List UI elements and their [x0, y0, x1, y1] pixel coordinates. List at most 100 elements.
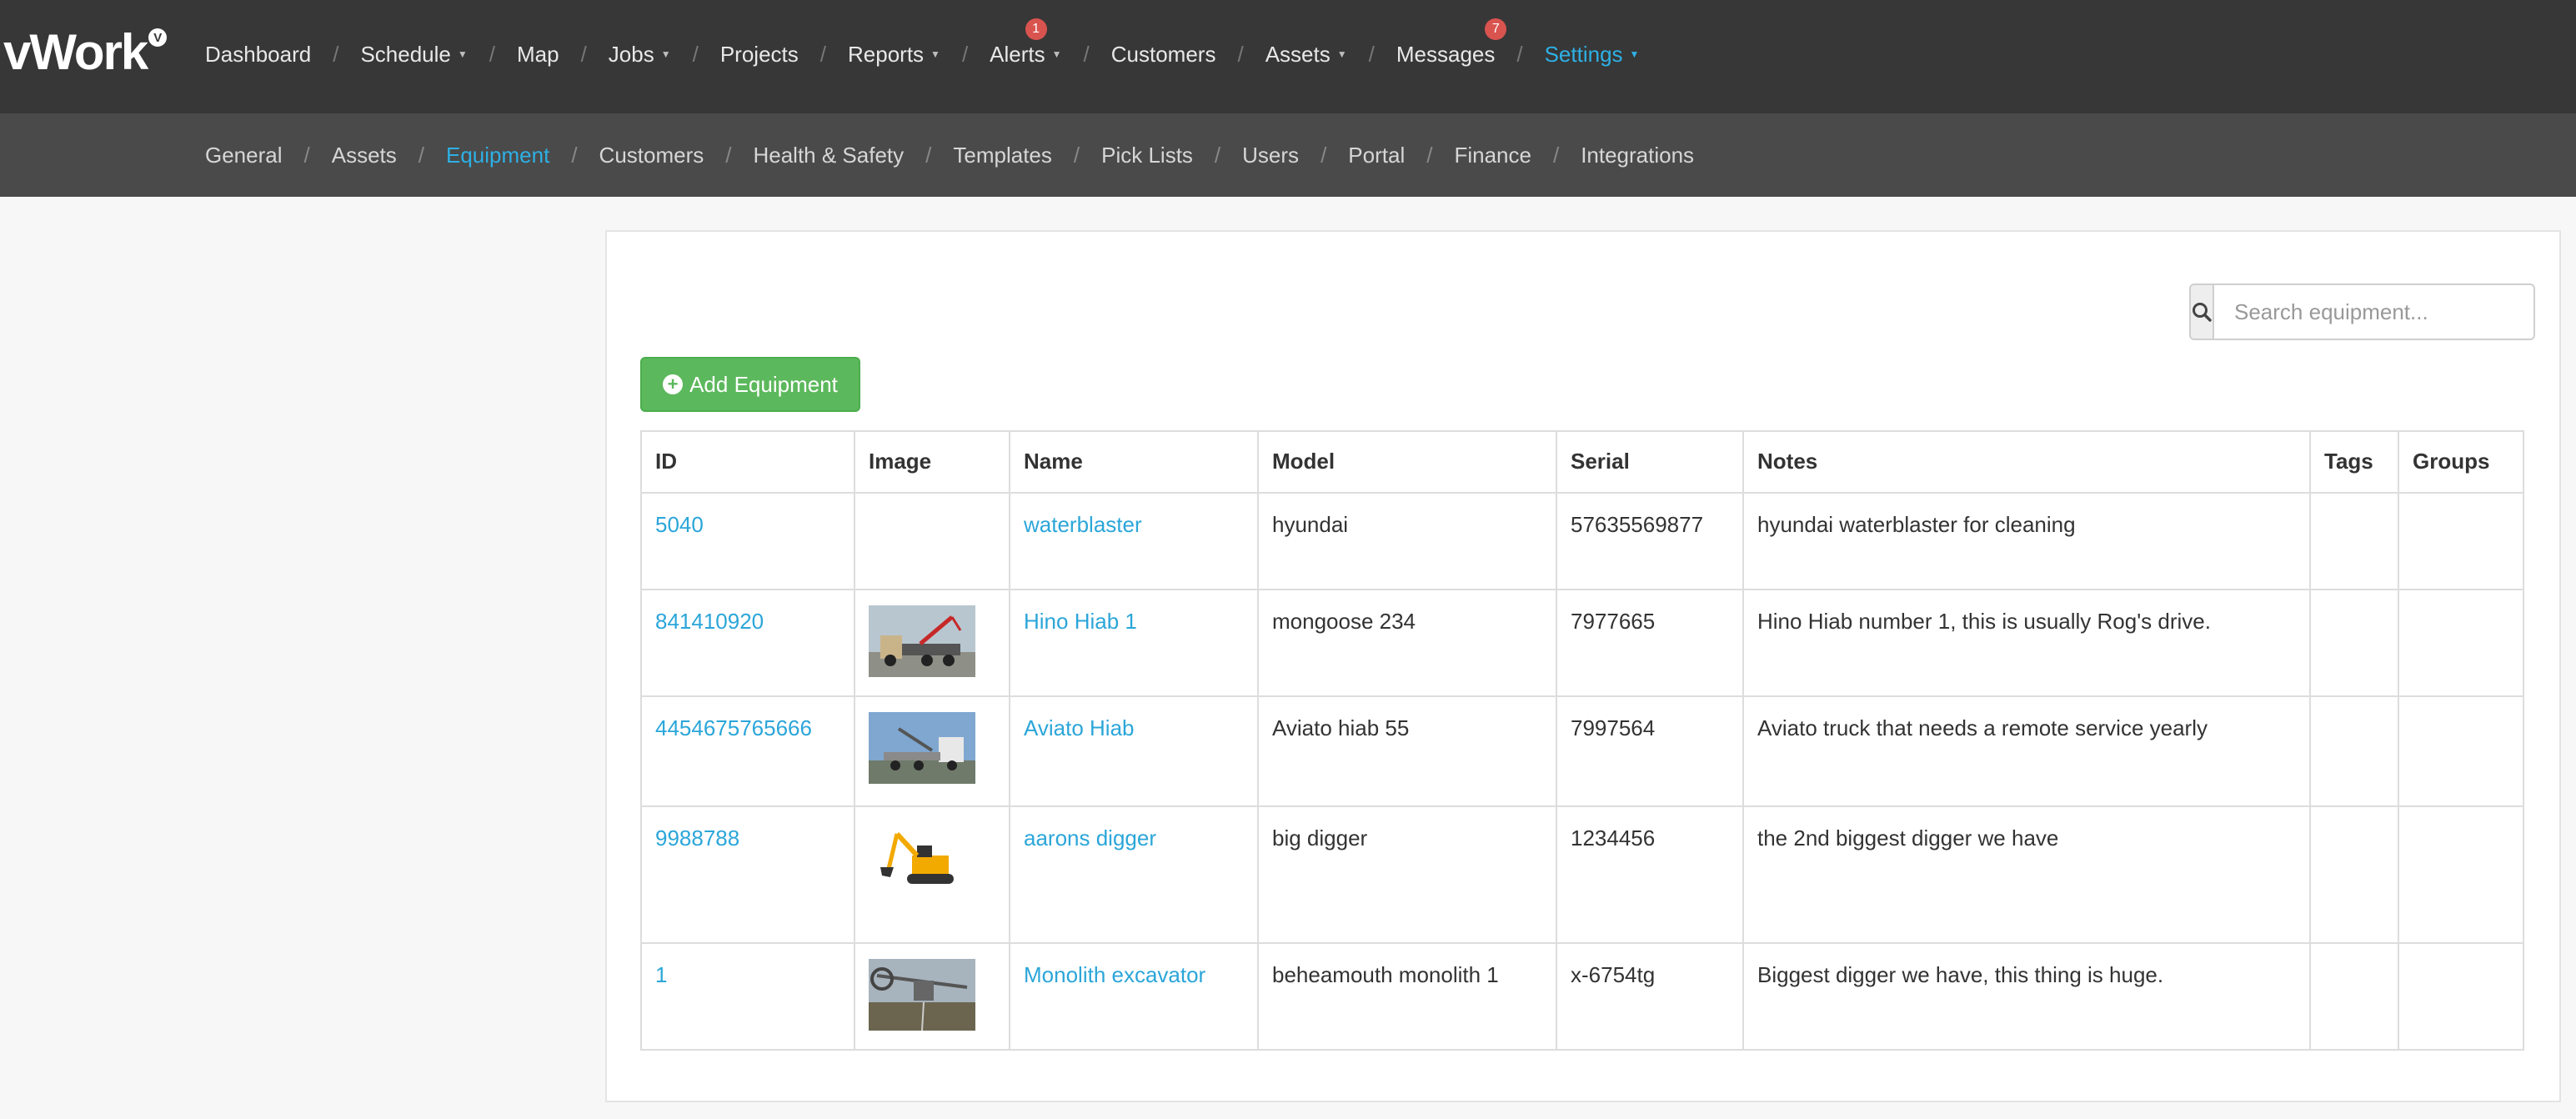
- nav-item-map[interactable]: Map: [517, 42, 559, 68]
- table-row[interactable]: 841410920 Hino Hiab 1 mongoose 234 7977665 H…: [640, 589, 2524, 697]
- equipment-id: 841410920: [640, 589, 855, 697]
- subnav-separator: /: [571, 142, 578, 168]
- subnav-separator: /: [418, 142, 424, 168]
- equipment-groups: [2398, 805, 2524, 944]
- settings-subnav: General / Assets / Equipment / Customers / Healt…: [0, 113, 2576, 197]
- nav-separator: /: [580, 41, 587, 67]
- equipment-id-link[interactable]: 9988788: [655, 825, 739, 851]
- equipment-model: big digger: [1257, 805, 1557, 944]
- nav-separator: /: [1083, 41, 1090, 67]
- subnav-item-portal[interactable]: Portal: [1348, 143, 1405, 168]
- equipment-tags: [2309, 589, 2399, 697]
- top-nav-menu: Dashboard / Schedule ▼ / Map / Jobs ▼ / Projects / R…: [205, 0, 1639, 108]
- equipment-notes: Biggest digger we have, this thing is hu…: [1742, 942, 2311, 1051]
- equipment-id-link[interactable]: 5040: [655, 512, 704, 537]
- subnav-item-equipment[interactable]: Equipment: [446, 143, 549, 168]
- subnav-item-pick-lists[interactable]: Pick Lists: [1101, 143, 1193, 168]
- equipment-name-link[interactable]: Monolith excavator: [1024, 962, 1205, 987]
- subnav-item-templates[interactable]: Templates: [953, 143, 1052, 168]
- nav-separator: /: [489, 41, 495, 67]
- plus-circle-icon: +: [663, 374, 684, 394]
- equipment-groups: [2398, 589, 2524, 697]
- nav-separator: /: [1237, 41, 1244, 67]
- equipment-panel: + Add Equipment IDImageNameModelSerialNo…: [605, 230, 2561, 1102]
- search-icon: [2193, 303, 2212, 322]
- equipment-model: hyundai: [1257, 492, 1557, 590]
- subnav-separator: /: [1552, 142, 1560, 168]
- caret-down-icon: ▼: [457, 48, 468, 60]
- excavator-thumbnail[interactable]: [869, 822, 975, 894]
- table-row[interactable]: 5040 waterblaster hyundai 57635569877 hyunda…: [640, 492, 2524, 590]
- nav-item-customers[interactable]: Customers: [1111, 42, 1216, 68]
- nav-item-jobs[interactable]: Jobs ▼: [609, 42, 671, 68]
- caret-down-icon: ▼: [1629, 48, 1640, 60]
- subnav-item-general[interactable]: General: [205, 143, 283, 168]
- nav-item-label: Map: [516, 41, 559, 67]
- equipment-name-link[interactable]: Aviato Hiab: [1024, 715, 1135, 740]
- equipment-groups: [2398, 942, 2524, 1051]
- equipment-name-link[interactable]: Hino Hiab 1: [1024, 609, 1137, 634]
- equipment-serial: 57635569877: [1556, 492, 1744, 590]
- column-header-groups: Groups: [2398, 430, 2524, 494]
- vwork-logo[interactable]: vWork V: [3, 23, 168, 82]
- subnav-item-users[interactable]: Users: [1242, 143, 1299, 168]
- equipment-image: [854, 492, 1010, 590]
- nav-separator: /: [1368, 41, 1375, 67]
- nav-item-label: Dashboard: [205, 41, 312, 67]
- equipment-model: beheamouth monolith 1: [1257, 942, 1557, 1051]
- table-row[interactable]: 1 Monolith excavator beheamouth monolith 1…: [640, 942, 2524, 1051]
- subnav-item-customers[interactable]: Customers: [599, 143, 704, 168]
- equipment-id-link[interactable]: 4454675765666: [655, 715, 812, 740]
- equipment-serial: 7977665: [1556, 589, 1744, 697]
- search-button[interactable]: [2189, 284, 2213, 340]
- nav-item-label: Jobs: [608, 41, 654, 67]
- equipment-search: [2189, 284, 2535, 340]
- search-input[interactable]: [2213, 284, 2535, 340]
- nav-item-reports[interactable]: Reports ▼: [848, 42, 940, 68]
- nav-item-assets[interactable]: Assets ▼: [1265, 42, 1347, 68]
- equipment-name-link[interactable]: waterblaster: [1024, 512, 1142, 537]
- messages-count-badge: 7: [1485, 18, 1507, 40]
- equipment-id-link[interactable]: 1: [655, 962, 667, 987]
- equipment-name: waterblaster: [1009, 492, 1259, 590]
- nav-item-label: Projects: [719, 41, 799, 67]
- equipment-image: [854, 805, 1010, 944]
- subnav-item-integrations[interactable]: Integrations: [1581, 143, 1694, 168]
- column-header-model: Model: [1257, 430, 1557, 494]
- logo-text: vWork: [3, 24, 148, 80]
- nav-item-alerts[interactable]: Alerts 1 ▼: [990, 18, 1062, 68]
- nav-item-label: Reports: [848, 41, 925, 67]
- caret-down-icon: ▼: [1051, 48, 1062, 60]
- nav-item-schedule[interactable]: Schedule ▼: [360, 42, 467, 68]
- equipment-groups: [2398, 492, 2524, 590]
- equipment-name-link[interactable]: aarons digger: [1024, 825, 1156, 851]
- nav-item-settings[interactable]: Settings ▼: [1545, 42, 1640, 68]
- nav-item-messages[interactable]: Messages 7: [1396, 18, 1507, 68]
- truck-crane-thumbnail[interactable]: [869, 605, 975, 677]
- subnav-item-finance[interactable]: Finance: [1454, 143, 1531, 168]
- bucket-wheel-excavator-thumbnail[interactable]: [869, 959, 975, 1031]
- equipment-id-link[interactable]: 841410920: [655, 609, 764, 634]
- column-header-id: ID: [640, 430, 855, 494]
- column-header-name: Name: [1009, 430, 1259, 494]
- equipment-name: Monolith excavator: [1009, 942, 1259, 1051]
- table-row[interactable]: 9988788 aarons digger big digger 1234456 the…: [640, 805, 2524, 944]
- alerts-count-badge: 1: [1025, 18, 1047, 40]
- nav-item-label: Schedule: [360, 41, 451, 67]
- flatbed-truck-thumbnail[interactable]: [869, 712, 975, 784]
- subnav-separator: /: [725, 142, 732, 168]
- nav-separator: /: [333, 41, 339, 67]
- equipment-tags: [2309, 492, 2399, 590]
- subnav-item-health-safety[interactable]: Health & Safety: [753, 143, 904, 168]
- subnav-separator: /: [303, 142, 310, 168]
- equipment-model: mongoose 234: [1257, 589, 1557, 697]
- add-equipment-button[interactable]: + Add Equipment: [640, 357, 860, 412]
- nav-item-projects[interactable]: Projects: [720, 42, 799, 68]
- nav-separator: /: [819, 41, 826, 67]
- subnav-item-assets[interactable]: Assets: [332, 143, 397, 168]
- caret-down-icon: ▼: [930, 48, 940, 60]
- nav-item-label: Settings: [1544, 41, 1623, 67]
- logo-badge: V: [148, 28, 168, 47]
- nav-item-dashboard[interactable]: Dashboard: [205, 42, 311, 68]
- table-row[interactable]: 4454675765666 Aviato Hiab Aviato hiab 55 79…: [640, 695, 2524, 807]
